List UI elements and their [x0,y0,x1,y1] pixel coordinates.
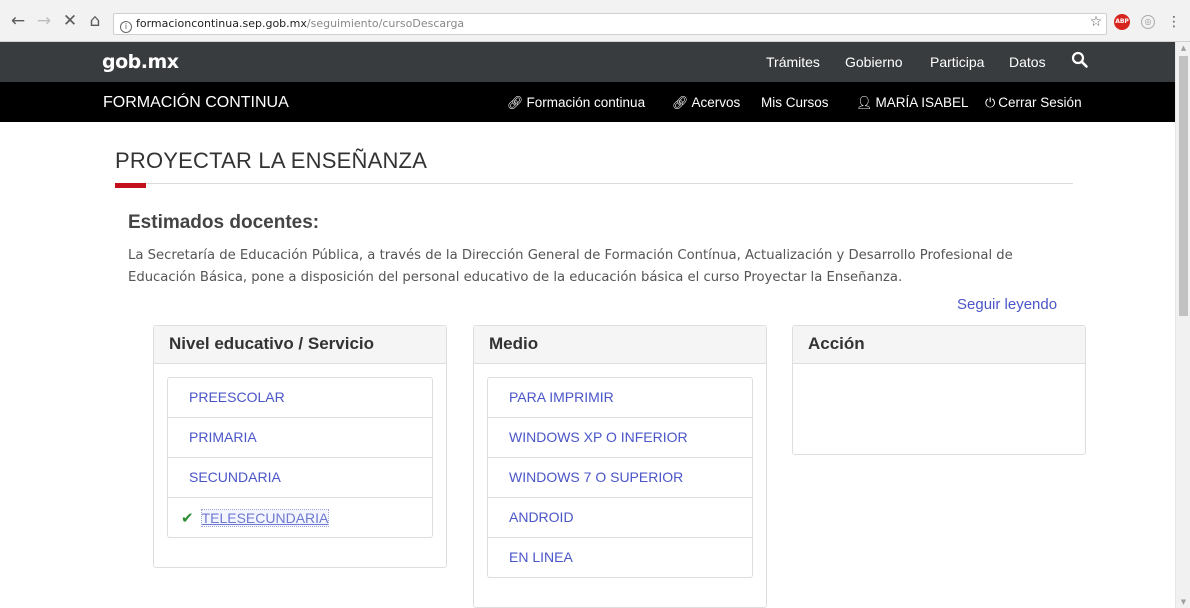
back-arrow-icon[interactable]: ← [8,11,28,31]
nav-mis-cursos[interactable]: Mis Cursos [761,95,829,110]
info-icon[interactable]: i [120,21,132,33]
url-path: /seguimiento/cursoDescarga [306,17,465,30]
link-icon: 🔗︎ [507,95,524,110]
checkmark-icon: ✔ [181,510,194,527]
list-item-android[interactable]: ANDROID [488,498,752,538]
accion-panel-title: Acción [793,326,1085,364]
greeting-heading: Estimados docentes: [128,212,320,233]
list-item-primaria[interactable]: PRIMARIA [168,418,432,458]
medio-list: PARA IMPRIMIR WINDOWS XP O INFERIOR WIND… [487,377,753,578]
adblock-icon[interactable]: ABP [1114,14,1130,30]
nav-datos[interactable]: Datos [1009,54,1046,70]
extension-icon[interactable]: ◎ [1141,15,1155,29]
scroll-up-icon[interactable]: ▲ [1176,42,1190,54]
list-item-telesecundaria-label: TELESECUNDARIA [200,509,330,527]
nivel-panel-title: Nivel educativo / Servicio [154,326,446,364]
page-title: PROYECTAR LA ENSEÑANZA [115,148,428,173]
bookmark-star-icon[interactable]: ☆ [1087,13,1105,31]
page-scrollbar[interactable]: ▲ ▼ [1175,42,1190,608]
list-item-windows-xp[interactable]: WINDOWS XP O INFERIOR [488,418,752,458]
nivel-list: PREESCOLAR PRIMARIA SECUNDARIA ✔ TELESECU… [167,377,433,538]
nav-logout-label: Cerrar Sesión [998,95,1082,110]
nav-formacion-label: Formación continua [526,95,646,110]
list-item-telesecundaria[interactable]: ✔ TELESECUNDARIA [168,498,432,538]
nav-user-label: MARÍA ISABEL [875,95,969,110]
menu-kebab-icon[interactable]: ⋮ [1165,13,1183,31]
intro-paragraph: La Secretaría de Educación Pública, a tr… [128,248,1013,285]
nav-acervos-label: Acervos [691,95,741,110]
gob-logo[interactable]: gob.mx [102,51,179,73]
nav-acervos[interactable]: 🔗︎ Acervos [672,95,740,111]
scroll-thumb[interactable] [1179,56,1188,316]
nav-logout[interactable]: ⏻ Cerrar Sesión [985,95,1082,111]
nav-formacion-continua[interactable]: 🔗︎ Formación continua [507,95,645,111]
gob-header: gob.mx Trámites Gobierno Participa Datos [0,42,1175,82]
browser-toolbar: ← → ✕ ⌂ i formacioncontinua.sep.gob.mx/se… [0,0,1190,42]
forward-arrow-icon[interactable]: → [34,11,54,31]
nav-user[interactable]: 👤︎ MARÍA ISABEL [856,95,969,111]
scroll-down-icon[interactable]: ▼ [1176,596,1190,608]
list-item-para-imprimir[interactable]: PARA IMPRIMIR [488,378,752,418]
address-bar[interactable]: i formacioncontinua.sep.gob.mx/seguimient… [113,13,1107,35]
list-item-secundaria[interactable]: SECUNDARIA [168,458,432,498]
list-item-windows-7[interactable]: WINDOWS 7 O SUPERIOR [488,458,752,498]
read-more-link[interactable]: Seguir leyendo [957,296,1057,313]
power-icon: ⏻ [985,95,996,110]
site-title[interactable]: FORMACIÓN CONTINUA [103,94,289,112]
title-accent-bar [115,183,146,188]
nav-gobierno[interactable]: Gobierno [845,54,903,70]
link-icon: 🔗︎ [672,95,689,110]
accion-panel: Acción [792,325,1086,455]
user-icon: 👤︎ [856,95,873,110]
page-viewport: gob.mx Trámites Gobierno Participa Datos… [0,42,1175,608]
nivel-panel: Nivel educativo / Servicio PREESCOLAR PR… [153,325,447,568]
medio-panel-title: Medio [474,326,766,364]
home-icon[interactable]: ⌂ [85,11,105,31]
list-item-preescolar[interactable]: PREESCOLAR [168,378,432,418]
nav-participa[interactable]: Participa [930,54,984,70]
search-icon[interactable] [1071,51,1089,69]
nav-tramites[interactable]: Trámites [766,54,820,70]
list-item-en-linea[interactable]: EN LINEA [488,538,752,578]
title-divider [115,183,1073,184]
stop-close-icon[interactable]: ✕ [60,11,80,31]
medio-panel: Medio PARA IMPRIMIR WINDOWS XP O INFERIO… [473,325,767,608]
url-host: formacioncontinua.sep.gob.mx [136,17,307,30]
